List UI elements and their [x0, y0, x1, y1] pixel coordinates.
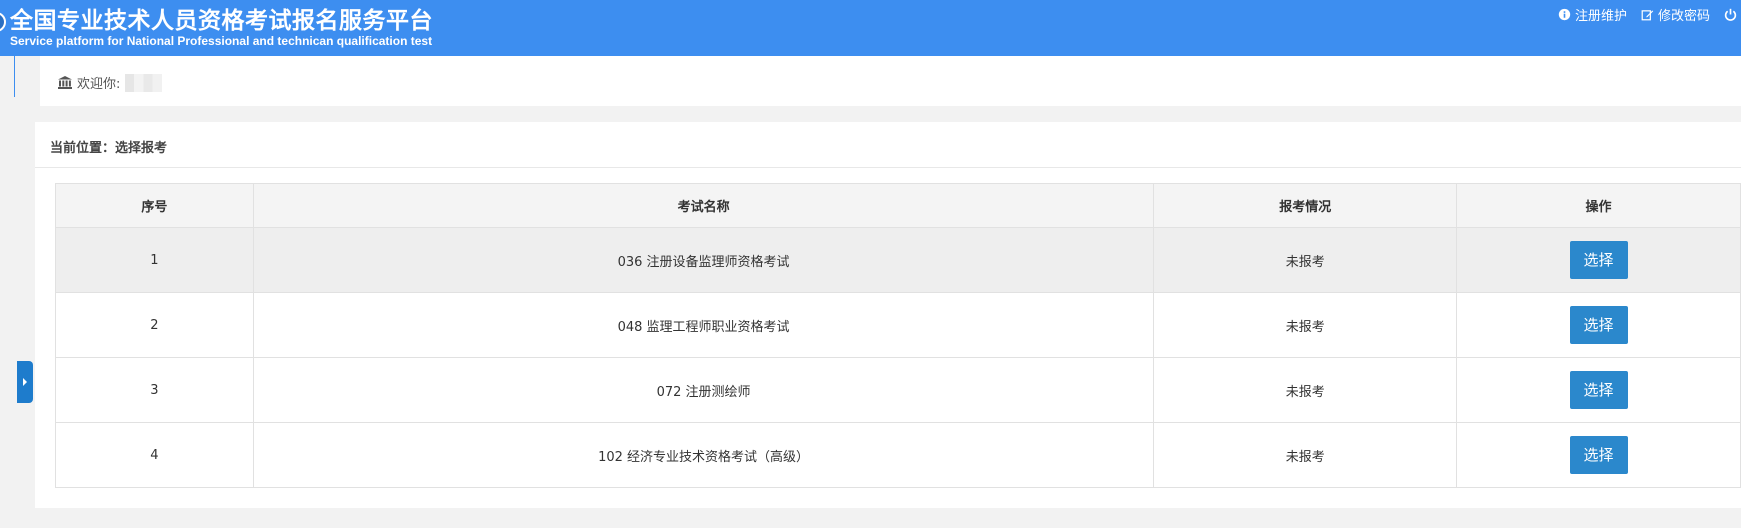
row-no: 1	[55, 227, 254, 293]
column-header-name: 考试名称	[252, 183, 1155, 228]
table-row: 1 036 注册设备监理师资格考试 未报考 选择	[55, 227, 1741, 293]
bank-icon	[58, 76, 72, 89]
row-action-cell: 选择	[1456, 357, 1741, 423]
column-header-no: 序号	[55, 183, 254, 228]
row-no: 3	[55, 357, 254, 423]
power-icon	[1724, 8, 1737, 21]
site-title: 全国专业技术人员资格考试报名服务平台	[10, 8, 433, 34]
register-maintain-label: 注册维护	[1574, 9, 1627, 24]
table-header-row: 序号 考试名称 报考情况 操作	[55, 183, 1741, 228]
exam-table: 序号 考试名称 报考情况 操作 1 036 注册设备监理师资格考试 未报考 选择…	[55, 183, 1741, 488]
welcome-label: 欢迎你:	[77, 77, 121, 92]
row-no: 4	[55, 422, 254, 488]
select-button[interactable]: 选择	[1569, 371, 1628, 409]
welcome-bar: 欢迎你:	[40, 56, 1741, 106]
site-subtitle: Service platform for National Profession…	[10, 34, 433, 48]
table-row: 3 072 注册测绘师 未报考 选择	[55, 357, 1741, 423]
column-header-action: 操作	[1456, 183, 1741, 228]
username-redacted	[125, 73, 163, 92]
row-status: 未报考	[1153, 357, 1458, 423]
register-maintain-link[interactable]: 注册维护	[1558, 5, 1627, 24]
table-row: 4 102 经济专业技术资格考试（高级） 未报考 选择	[55, 422, 1741, 488]
divider	[35, 167, 1741, 168]
row-status: 未报考	[1153, 292, 1458, 358]
change-password-link[interactable]: 修改密码	[1641, 5, 1710, 24]
row-exam-name: 072 注册测绘师	[252, 357, 1155, 423]
sidebar-toggle-button[interactable]	[17, 361, 33, 403]
row-action-cell: 选择	[1456, 292, 1741, 358]
logo-icon	[0, 12, 6, 32]
select-button[interactable]: 选择	[1569, 241, 1628, 279]
header-bar: 全国专业技术人员资格考试报名服务平台 Service platform for …	[0, 0, 1741, 56]
column-header-status: 报考情况	[1153, 183, 1458, 228]
row-status: 未报考	[1153, 227, 1458, 293]
left-strip	[0, 56, 15, 528]
row-exam-name: 102 经济专业技术资格考试（高级）	[252, 422, 1155, 488]
row-exam-name: 036 注册设备监理师资格考试	[252, 227, 1155, 293]
sidebar-edge	[14, 56, 15, 97]
welcome-text: 欢迎你:	[58, 73, 163, 92]
edit-icon	[1641, 10, 1654, 21]
content-panel: 当前位置：选择报考 序号 考试名称 报考情况 操作 1 036 注册设备监理师资…	[35, 122, 1741, 508]
select-button[interactable]: 选择	[1569, 436, 1628, 474]
row-no: 2	[55, 292, 254, 358]
select-button[interactable]: 选择	[1569, 306, 1628, 344]
row-action-cell: 选择	[1456, 422, 1741, 488]
change-password-label: 修改密码	[1657, 9, 1710, 24]
table-row: 2 048 监理工程师职业资格考试 未报考 选择	[55, 292, 1741, 358]
row-status: 未报考	[1153, 422, 1458, 488]
info-icon	[1558, 8, 1571, 21]
logout-button[interactable]	[1724, 8, 1737, 21]
row-exam-name: 048 监理工程师职业资格考试	[252, 292, 1155, 358]
header-links: 注册维护 修改密码	[1558, 5, 1737, 24]
row-action-cell: 选择	[1456, 227, 1741, 293]
breadcrumb: 当前位置：选择报考	[50, 141, 168, 156]
